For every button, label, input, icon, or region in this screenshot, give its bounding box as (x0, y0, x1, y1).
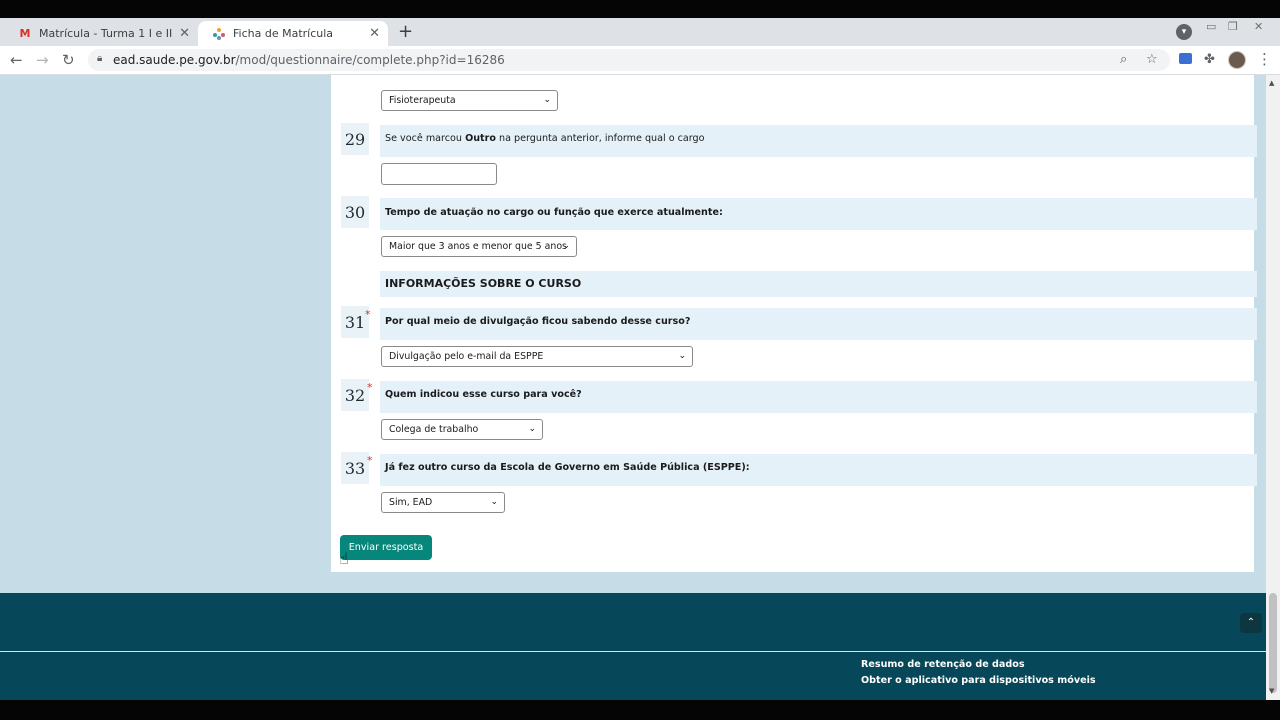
q32-select[interactable]: Colega de trabalho ⌄ (381, 419, 543, 440)
lock-icon[interactable]: 🔒︎ (97, 53, 102, 64)
gmail-icon: M (19, 27, 31, 40)
page-viewport: Fisioterapeuta ⌄ 29 Se você marcou Outro… (0, 75, 1266, 700)
extension-icon[interactable] (1179, 53, 1192, 64)
q32-text: Quem indicou esse curso para você? (385, 389, 582, 400)
url-host: ead.saude.pe.gov.br (113, 53, 236, 67)
tab-search-icon[interactable]: ▾ (1176, 24, 1192, 40)
question-band: Tempo de atuação no cargo ou função que … (380, 198, 1257, 230)
mobile-app-link[interactable]: Obter o aplicativo para dispositivos móv… (861, 675, 1096, 686)
q30-selected-value: Maior que 3 anos e menor que 5 anos (389, 241, 567, 252)
reload-icon[interactable]: ↻ (62, 51, 75, 69)
forward-icon[interactable]: → (36, 51, 49, 69)
submit-button[interactable]: Enviar resposta (340, 535, 432, 560)
scrollbar-thumb[interactable] (1269, 593, 1277, 693)
q29-text-pre: Se você marcou (385, 133, 466, 144)
question-band: Por qual meio de divulgação ficou sabend… (380, 308, 1257, 340)
q33-select[interactable]: Sim, EAD ⌄ (381, 492, 505, 513)
q31-select[interactable]: Divulgação pelo e-mail da ESPPE ⌄ (381, 346, 693, 367)
q29-text: Se você marcou Outro na pergunta anterio… (385, 133, 705, 144)
tab-matricula[interactable]: M Matrícula - Turma 1 I e II Geres - ✕ (4, 21, 198, 46)
browser-menu-icon[interactable]: ⋮ (1257, 50, 1272, 68)
back-to-top-button[interactable]: ⌃ (1240, 613, 1262, 633)
section-title: INFORMAÇÕES SOBRE O CURSO (385, 277, 582, 290)
profile-avatar[interactable] (1228, 51, 1246, 69)
questionnaire-form: Fisioterapeuta ⌄ 29 Se você marcou Outro… (331, 75, 1257, 572)
os-top-strip (0, 0, 1280, 18)
chevron-down-icon: ⌄ (490, 497, 498, 507)
q29-text-post: na pergunta anterior, informe qual o car… (495, 133, 705, 144)
tab-title: Matrícula - Turma 1 I e II Geres - (39, 27, 175, 40)
chevron-down-icon: ⌄ (528, 424, 536, 434)
bookmark-star-icon[interactable]: ☆ (1146, 52, 1158, 67)
question-band: Já fez outro curso da Escola de Governo … (380, 454, 1257, 486)
tab-title: Ficha de Matrícula (233, 27, 334, 40)
required-icon: * (367, 454, 373, 467)
puzzle-extensions-icon[interactable]: ✤ (1204, 52, 1215, 67)
question-number: 30 (341, 196, 369, 228)
q32-selected-value: Colega de trabalho (389, 424, 479, 435)
required-icon: * (367, 381, 373, 394)
q28-select[interactable]: Fisioterapeuta ⌄ (381, 90, 558, 111)
browser-toolbar: ← → ↻ 🔒︎ ead.saude.pe.gov.br/mod/questio… (0, 46, 1280, 75)
close-window-icon[interactable]: ✕ (1254, 20, 1263, 33)
question-number: 33 (341, 452, 369, 484)
question-number: 29 (341, 123, 369, 155)
tab-ficha-de-matricula[interactable]: Ficha de Matrícula ✕ (198, 21, 388, 46)
browser-tab-bar: M Matrícula - Turma 1 I e II Geres - ✕ F… (0, 18, 1280, 46)
scroll-down-icon[interactable]: ▼ (1269, 687, 1274, 695)
question-band: Se você marcou Outro na pergunta anterio… (380, 125, 1257, 157)
section-band: INFORMAÇÕES SOBRE O CURSO (380, 271, 1257, 297)
q33-selected-value: Sim, EAD (389, 497, 433, 508)
url-text: ead.saude.pe.gov.br/mod/questionnaire/co… (113, 53, 505, 67)
q33-text: Já fez outro curso da Escola de Governo … (385, 462, 750, 473)
site-footer: ⌃ Resumo de retenção de dados Obter o ap… (0, 593, 1266, 700)
q31-text: Por qual meio de divulgação ficou sabend… (385, 316, 691, 327)
restore-icon[interactable]: ❐ (1228, 20, 1238, 33)
q30-select[interactable]: Maior que 3 anos e menor que 5 anos ⌄ (381, 236, 577, 257)
url-path: /mod/questionnaire/complete.php?id=16286 (235, 53, 505, 67)
footer-divider (0, 651, 1266, 652)
close-tab-icon[interactable]: ✕ (179, 26, 190, 41)
scroll-up-icon[interactable]: ▲ (1269, 79, 1274, 87)
back-icon[interactable]: ← (10, 51, 23, 69)
q29-text-bold: Outro (465, 133, 496, 144)
q29-text-input[interactable] (381, 163, 497, 185)
required-icon: * (365, 308, 371, 321)
q28-selected-value: Fisioterapeuta (389, 95, 456, 106)
data-retention-link[interactable]: Resumo de retenção de dados (861, 659, 1025, 670)
chevron-down-icon: ⌄ (543, 95, 551, 105)
q30-text: Tempo de atuação no cargo ou função que … (385, 207, 723, 218)
new-tab-icon[interactable]: + (398, 21, 413, 42)
os-bottom-strip (0, 700, 1280, 720)
question-band: Quem indicou esse curso para você? (380, 381, 1257, 413)
q31-selected-value: Divulgação pelo e-mail da ESPPE (389, 351, 544, 362)
address-bar[interactable]: 🔒︎ ead.saude.pe.gov.br/mod/questionnaire… (88, 49, 1170, 71)
minimize-icon[interactable]: ▭ (1206, 20, 1216, 33)
page-scrollbar[interactable]: ▲ ▼ (1266, 75, 1280, 700)
chevron-down-icon: ⌄ (678, 351, 686, 361)
chevron-down-icon: ⌄ (562, 241, 570, 251)
close-tab-icon[interactable]: ✕ (369, 26, 380, 41)
question-number: 32 (341, 379, 369, 411)
zoom-icon[interactable]: ⌕ (1120, 52, 1127, 67)
hand-cursor-icon: ☝︎ (339, 549, 349, 568)
moodle-icon (212, 27, 226, 41)
